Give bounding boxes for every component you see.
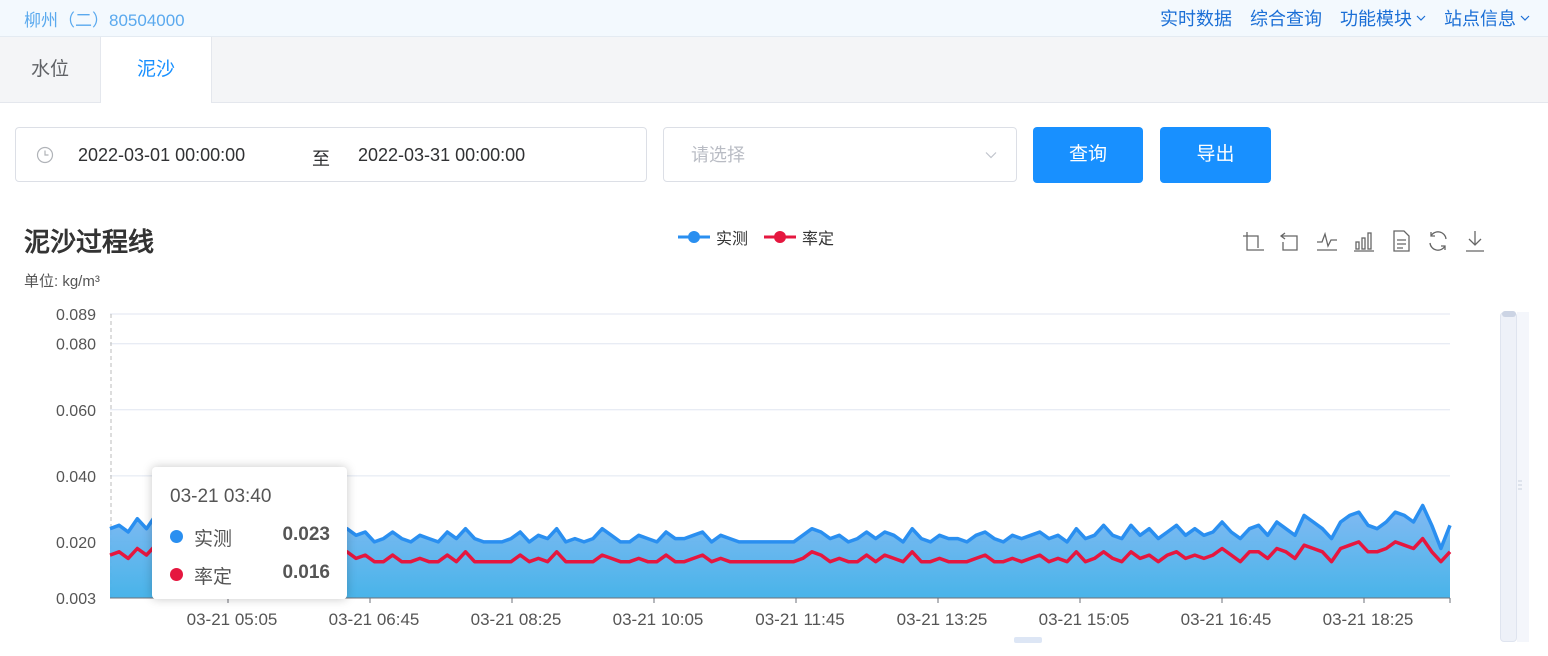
x-tick-label: 03-21 11:45 <box>755 610 844 629</box>
x-tick-label: 03-21 06:45 <box>329 610 420 629</box>
legend-marker-rated <box>764 231 797 243</box>
start-time[interactable]: 2022-03-01 00:00:00 <box>78 145 245 166</box>
nav-label: 实时数据 <box>1160 9 1232 29</box>
top-nav: 实时数据 综合查询 功能模块 站点信息 <box>1160 5 1530 31</box>
top-bar: 柳州（二）80504000 实时数据 综合查询 功能模块 站点信息 <box>0 0 1548 37</box>
x-tick-label: 03-21 10:05 <box>613 610 704 629</box>
x-tick-label: 03-21 13:25 <box>897 610 988 629</box>
nav-label: 功能模块 <box>1340 9 1412 29</box>
data-zoom-icon[interactable] <box>1240 228 1266 254</box>
chevron-down-icon <box>1416 15 1426 21</box>
x-tick-label: 03-21 18:25 <box>1323 610 1414 629</box>
range-separator: 至 <box>312 149 330 169</box>
tab-label: 水位 <box>30 59 69 80</box>
legend-marker-measured <box>678 231 710 243</box>
nav-station-info[interactable]: 站点信息 <box>1444 5 1530 31</box>
tooltip-dot <box>170 530 183 543</box>
zoom-reset-icon[interactable] <box>1277 228 1303 254</box>
chart-toolbox <box>1240 228 1488 254</box>
tooltip-name: 实测 <box>194 529 233 550</box>
legend-label: 率定 <box>802 231 835 248</box>
clock-icon <box>36 146 54 164</box>
legend-label: 实测 <box>716 231 749 248</box>
bar-chart-icon[interactable] <box>1351 228 1377 254</box>
legend-item-rated[interactable]: 率定 <box>764 225 834 249</box>
chevron-down-icon <box>985 152 997 159</box>
x-tick-label: 03-21 15:05 <box>1039 610 1130 629</box>
station-select[interactable] <box>663 127 1017 182</box>
chart-title: 泥沙过程线 <box>24 227 155 257</box>
vertical-data-zoom[interactable] <box>1500 312 1517 642</box>
nav-label: 综合查询 <box>1250 9 1322 29</box>
y-tick-label: 0.020 <box>56 535 96 552</box>
y-tick-label: 0.003 <box>56 591 96 608</box>
chart-legend: 实测 率定 <box>678 225 834 249</box>
line-chart-icon[interactable] <box>1314 228 1340 254</box>
nav-label: 站点信息 <box>1444 9 1516 29</box>
date-range-picker[interactable]: 2022-03-01 00:00:00 至 2022-03-31 00:00:0… <box>15 127 647 182</box>
tooltip-dot <box>170 568 183 581</box>
y-tick-label: 0.080 <box>56 337 96 354</box>
nav-function-modules[interactable]: 功能模块 <box>1340 5 1426 31</box>
nav-combined-query[interactable]: 综合查询 <box>1250 5 1322 31</box>
tooltip-row-measured: 实测 0.023 <box>170 524 330 550</box>
end-time[interactable]: 2022-03-31 00:00:00 <box>358 145 525 166</box>
horizontal-zoom-handle[interactable] <box>1014 637 1042 643</box>
tab-water-level[interactable]: 水位 <box>0 37 100 102</box>
tab-sediment[interactable]: 泥沙 <box>100 37 212 103</box>
y-tick-label: 0.040 <box>56 469 96 486</box>
restore-icon[interactable] <box>1425 228 1451 254</box>
tooltip-row-rated: 率定 0.016 <box>170 562 330 588</box>
tooltip-value: 0.016 <box>282 562 330 583</box>
select-input[interactable] <box>665 129 993 182</box>
y-unit-label: 单位: kg/m³ <box>24 273 100 290</box>
x-tick-label: 03-21 05:05 <box>187 610 278 629</box>
data-view-icon[interactable] <box>1388 228 1414 254</box>
nav-realtime-data[interactable]: 实时数据 <box>1160 5 1232 31</box>
download-icon[interactable] <box>1462 228 1488 254</box>
export-button[interactable]: 导出 <box>1160 127 1271 183</box>
tab-bar: 水位 泥沙 <box>0 37 1548 103</box>
chevron-down-icon <box>1520 15 1530 21</box>
tooltip-name: 率定 <box>194 567 233 588</box>
query-button[interactable]: 查询 <box>1033 127 1143 183</box>
zoom-grip-icon[interactable] <box>1516 478 1524 492</box>
tooltip-time: 03-21 03:40 <box>170 486 272 507</box>
legend-item-measured[interactable]: 实测 <box>678 225 748 249</box>
y-tick-label: 0.060 <box>56 403 96 420</box>
station-name: 柳州（二）80504000 <box>24 11 185 30</box>
x-tick-label: 03-21 08:25 <box>471 610 562 629</box>
y-tick-label: 0.089 <box>56 307 96 324</box>
tab-label: 泥沙 <box>136 59 175 80</box>
chart-tooltip: 03-21 03:40 实测 0.023 率定 0.016 <box>152 467 347 599</box>
vertical-zoom-track <box>1517 312 1529 642</box>
tooltip-value: 0.023 <box>282 524 330 545</box>
zoom-handle-top[interactable] <box>1502 311 1516 317</box>
x-tick-label: 03-21 16:45 <box>1181 610 1272 629</box>
